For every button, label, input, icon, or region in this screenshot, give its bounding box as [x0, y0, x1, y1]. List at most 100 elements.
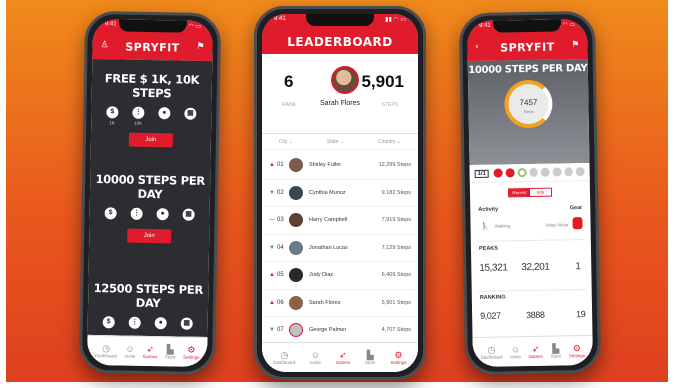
chevron-down-icon: ⌄ — [288, 138, 294, 145]
tab-dashboard[interactable]: ◷ Dashboard — [480, 345, 503, 360]
stat-users: ● — [154, 317, 167, 331]
ranking-value: 3888 — [526, 309, 545, 321]
status-time: 9:41 — [479, 22, 491, 29]
gear-label: Gear — [569, 205, 583, 212]
activity-label: Activity — [478, 206, 499, 213]
tab-games[interactable]: ➶ Games — [528, 344, 543, 359]
games-icon: ➶ — [339, 350, 347, 360]
tab-store[interactable]: ▙ Store — [550, 343, 561, 359]
page-title: LEADERBOARD — [287, 35, 393, 49]
store-icon: ▙ — [552, 343, 560, 354]
divider — [477, 289, 586, 292]
steps-icon: ⋮ — [132, 106, 145, 119]
steps-icon: ⋮ — [128, 316, 141, 329]
avatar — [289, 185, 303, 200]
table-row[interactable]: ▼ 02 Cynthia Munoz 9,182 Steps — [262, 180, 418, 207]
challenge-list: FREE $ 1K, 10K STEPS $1K ⋮ 10K ● ▦ Join 1… — [87, 58, 213, 338]
ranking-label: RANKING — [479, 294, 506, 301]
day-done[interactable] — [493, 168, 503, 178]
tab-store[interactable]: ▙ Store — [365, 350, 376, 365]
day-future[interactable] — [529, 167, 538, 178]
tab-invite[interactable]: ☺ Invite — [310, 350, 321, 365]
trend-down-icon: ▼ — [269, 244, 275, 251]
challenge-title: 12500 STEPS PER DAY — [93, 281, 204, 311]
table-row[interactable]: ▼ 04 Jonathan Lucas 7,129 Steps — [262, 235, 418, 262]
challenge-stats: $ ⋮ ● ▦ — [90, 207, 210, 223]
leaderboard-screen: 9:41 ▮▮ ◠ ▭ LEADERBOARD 6 RANK Sarah Flor… — [262, 14, 418, 372]
challenge-stats: $ ⋮ ● ▦ — [88, 316, 208, 332]
table-row[interactable]: ▲ 05 Judy Diaz 6,409 Steps — [262, 262, 418, 290]
table-row[interactable]: —03 Harry Campbell 7,919 Steps — [262, 207, 418, 235]
phone-challenges: 9:41 ▮▮ ◠ ▭ ♙ SPRYFIT ⚑ FREE $ 1K, 10K ST… — [78, 10, 222, 376]
avatar[interactable] — [331, 66, 359, 94]
gear-icon[interactable] — [572, 217, 583, 230]
tab-invite[interactable]: ☺ Invite — [124, 344, 135, 359]
stat-calendar: ▦ — [184, 107, 197, 127]
trend-same-icon: — — [269, 217, 275, 224]
filter-city[interactable]: City ⌄ — [279, 139, 293, 145]
tab-recent[interactable]: Recent — [508, 189, 531, 197]
join-button[interactable]: Join — [127, 228, 171, 244]
challenge-title: FREE $ 1K, 10K STEPS — [104, 71, 200, 101]
tab-settings[interactable]: ⚙ Settings — [569, 343, 585, 358]
table-row[interactable]: ▲ 01 Shirley Fuller 12,299 Steps — [262, 152, 418, 180]
tab-games[interactable]: ➶ Games — [336, 350, 351, 365]
challenge-card[interactable]: 12500 STEPS PER DAY $ ⋮ ● ▦ — [88, 281, 209, 332]
table-row[interactable]: ▲ 06 Sarah Flores 5,901 Steps — [262, 290, 418, 317]
notch — [306, 14, 374, 26]
tab-dashboard[interactable]: ◷ Dashboard — [273, 350, 295, 365]
steps-progress-ring: 7457 Steps — [504, 79, 553, 129]
challenge-card[interactable]: 10000 STEPS PER DAY $ ⋮ ● ▦ Join — [89, 172, 210, 244]
ranking-value: 9,027 — [480, 310, 501, 321]
dollar-icon: $ — [102, 316, 115, 329]
challenge-card[interactable]: FREE $ 1K, 10K STEPS $1K ⋮ 10K ● ▦ Join — [91, 71, 212, 148]
user-rank: 6 — [284, 72, 294, 91]
tab-dashboard[interactable]: ◷ Dashboard — [95, 343, 117, 358]
trend-up-icon: ▲ — [269, 162, 275, 169]
day-future[interactable] — [575, 167, 585, 177]
gift-icon[interactable]: ⚑ — [571, 39, 579, 50]
table-row[interactable]: ▼ 07 George Palmer 4,707 Steps — [262, 317, 418, 345]
day-future[interactable] — [564, 167, 574, 177]
day-current[interactable] — [517, 168, 527, 178]
peak-value: 1 — [575, 261, 581, 273]
frame-edge-bottom — [0, 382, 674, 388]
join-button[interactable]: Join — [129, 132, 173, 148]
day-future[interactable] — [552, 167, 562, 177]
gift-icon[interactable]: ⚑ — [196, 41, 204, 52]
stat-value: 10K — [134, 120, 143, 126]
notch — [492, 19, 562, 33]
user-summary: 6 RANK Sarah Flores 5,901 STEPS — [262, 54, 418, 134]
tab-settings[interactable]: ⚙ Settings — [390, 350, 406, 365]
signal-icon: ▮▮ ◠ ▭ — [385, 17, 406, 23]
frame-edge-right — [668, 0, 674, 388]
day-future[interactable] — [540, 167, 550, 177]
stat-prize: $1K — [106, 106, 119, 125]
ring-value: 7457 — [519, 97, 538, 108]
challenge-title: 10000 STEPS PER DAY — [468, 62, 588, 77]
invite-icon: ☺ — [125, 343, 135, 354]
ranking-value: 19 — [576, 309, 586, 320]
filter-state[interactable]: State ⌄ — [327, 139, 344, 145]
trend-down-icon: ▼ — [269, 189, 275, 196]
stat-calendar: ▦ — [180, 317, 193, 332]
phone-challenge-detail: 9:41 ▮▮ ◠ ▭ ‹ SPRYFIT ⚑ 10000 STEPS PER D… — [458, 10, 602, 376]
filter-bar: City ⌄ State ⌄ Country ⌄ — [262, 134, 418, 150]
avatar — [289, 240, 303, 255]
avatar — [289, 268, 303, 283]
tab-bar: ◷ Dashboard ☺ Invite ➶ Games ▙ Store ⚙ Settin… — [86, 334, 208, 368]
tab-store[interactable]: ▙ Store — [165, 344, 176, 359]
trend-up-icon: ▲ — [269, 272, 275, 279]
day-counter: 1/1 — [474, 169, 490, 178]
day-done[interactable] — [505, 168, 515, 178]
tab-settings[interactable]: ⚙ Settings — [183, 345, 200, 360]
tab-invite[interactable]: ☺ Invite — [510, 344, 521, 359]
challenges-screen: 9:41 ▮▮ ◠ ▭ ♙ SPRYFIT ⚑ FREE $ 1K, 10K ST… — [86, 18, 214, 368]
tab-games[interactable]: ➶ Games — [143, 344, 158, 359]
activity-value: Walking — [494, 223, 511, 229]
peak-value: 32,201 — [521, 261, 550, 274]
tab-info[interactable]: Info — [530, 189, 551, 196]
filter-country[interactable]: Country ⌄ — [378, 139, 401, 145]
stat-prize: $ — [104, 207, 117, 221]
trend-up-icon: ▲ — [269, 299, 275, 306]
